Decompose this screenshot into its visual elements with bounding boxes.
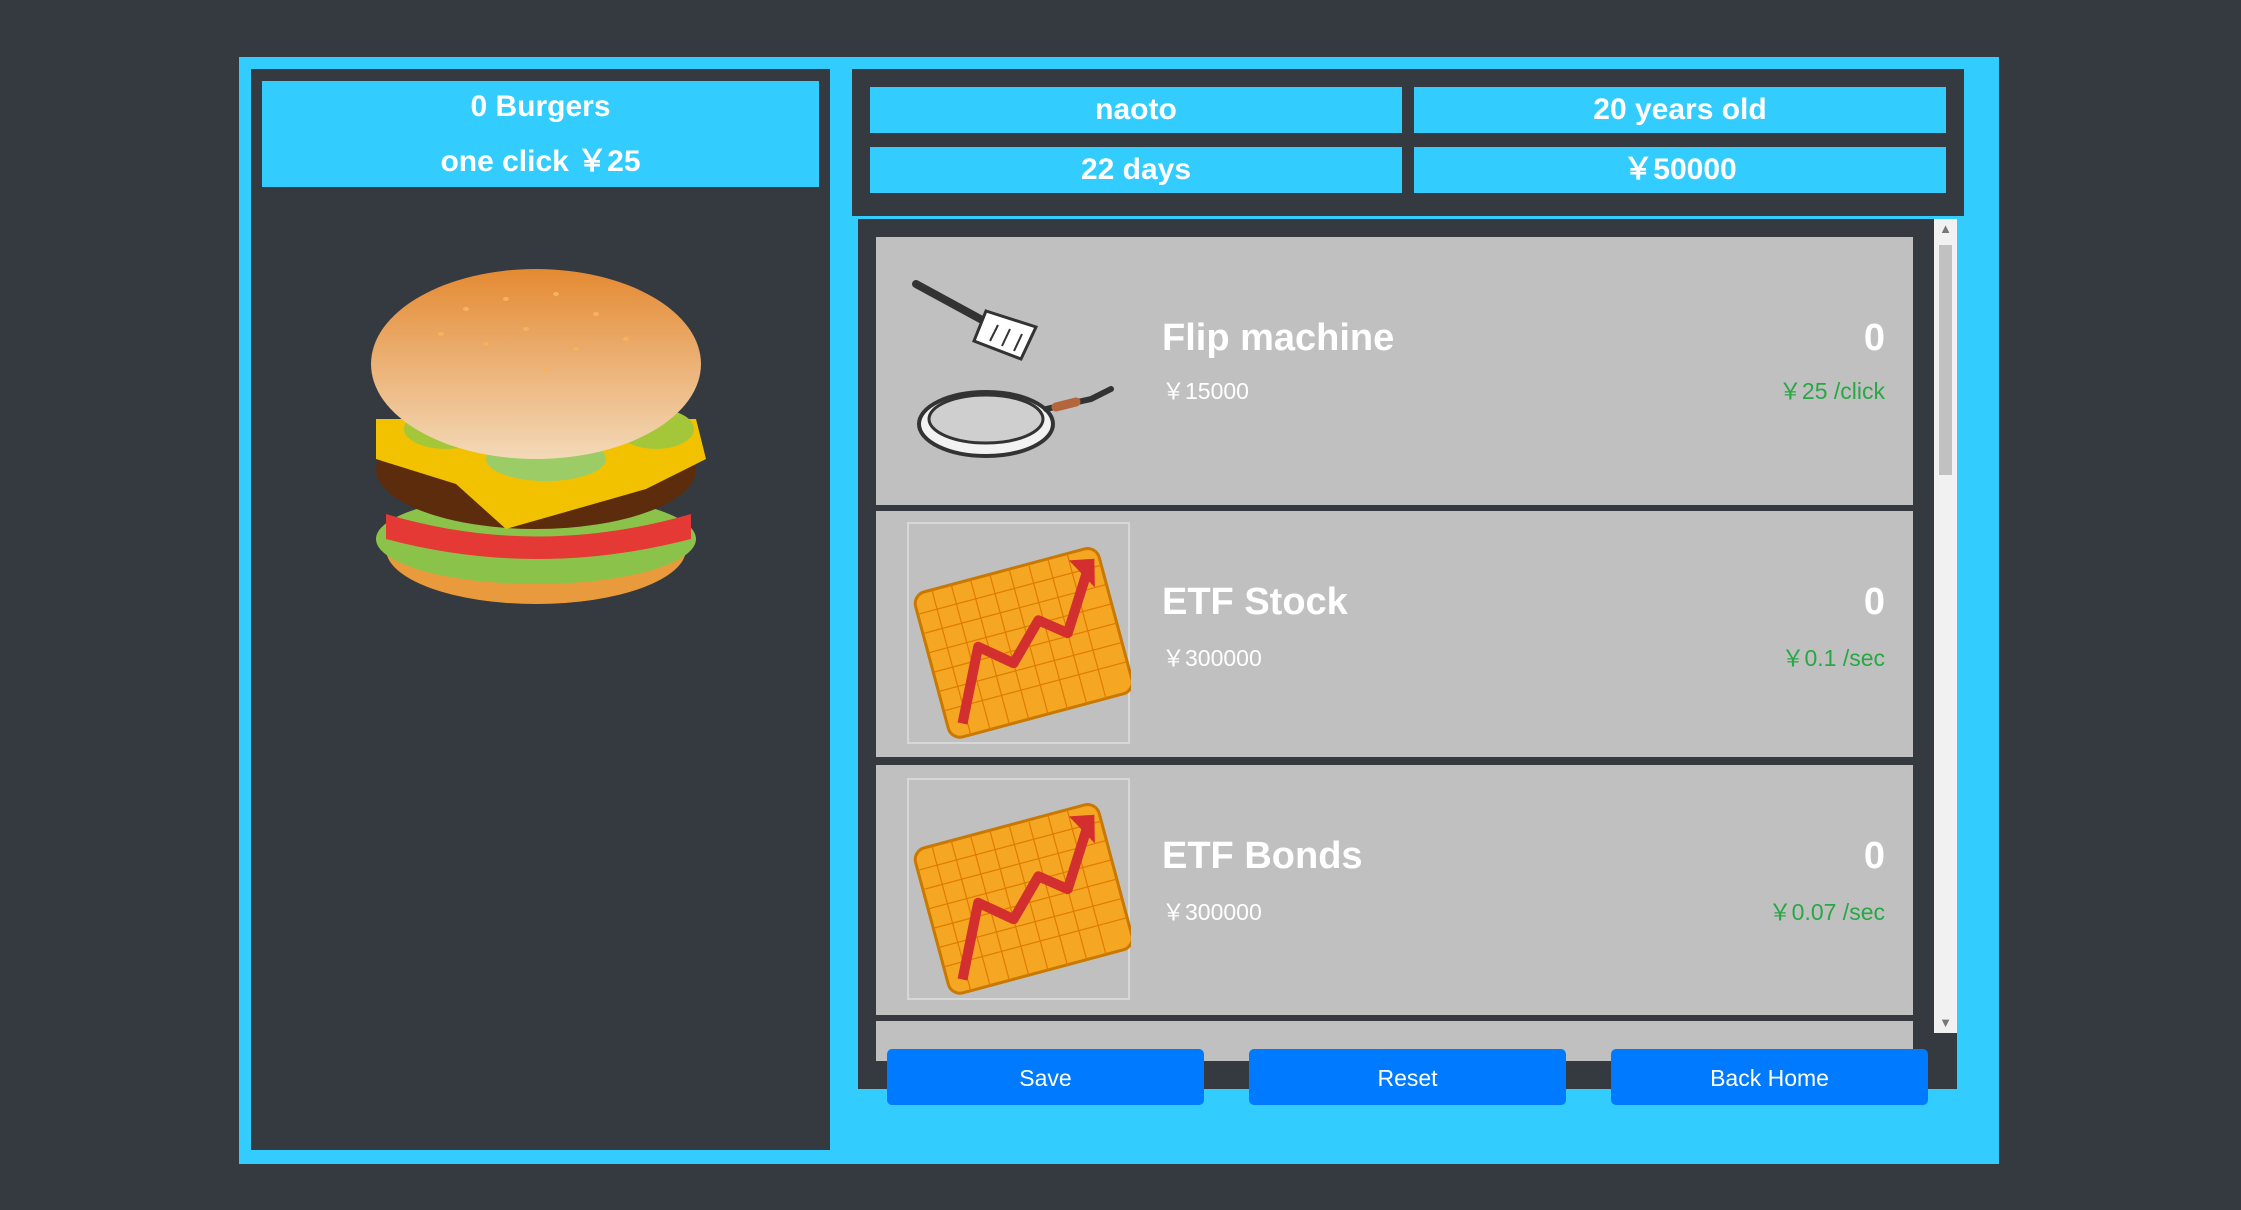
days-elapsed: 22 days	[870, 147, 1402, 193]
item-price: ￥15000	[1162, 378, 1249, 404]
user-name: naoto	[870, 87, 1402, 133]
item-list[interactable]: Flip machine ￥15000 0 ￥25 /click ETF Sto…	[858, 219, 1957, 1089]
user-age: 20 years old	[1414, 87, 1946, 133]
reset-button[interactable]: Reset	[1249, 1049, 1566, 1105]
item-name: Flip machine	[1162, 317, 1395, 359]
item-rate: ￥25 /click	[1778, 378, 1885, 404]
stock-chart-icon	[907, 778, 1131, 1000]
stock-chart-icon	[907, 522, 1131, 744]
item-card-etf-bonds[interactable]: ETF Bonds ￥300000 0 ￥0.07 /sec	[876, 765, 1913, 1015]
scroll-down-arrow-icon[interactable]: ▼	[1934, 1013, 1957, 1033]
item-list-scrollbar[interactable]: ▲ ▼	[1934, 219, 1957, 1033]
item-name: ETF Stock	[1162, 581, 1348, 623]
scroll-thumb[interactable]	[1939, 245, 1952, 475]
per-click-value: one click ￥25	[440, 145, 641, 178]
burger-panel: 0 Burgers one click ￥25	[251, 69, 830, 1150]
item-name: ETF Bonds	[1162, 835, 1363, 877]
burger-icon[interactable]	[346, 259, 726, 639]
item-price: ￥300000	[1162, 899, 1262, 925]
item-card-flip-machine[interactable]: Flip machine ￥15000 0 ￥25 /click	[876, 237, 1913, 505]
scroll-up-arrow-icon[interactable]: ▲	[1934, 219, 1957, 239]
item-owned-count: 0	[1863, 835, 1885, 877]
item-card-etf-stock[interactable]: ETF Stock ￥300000 0 ￥0.1 /sec	[876, 511, 1913, 757]
save-button[interactable]: Save	[887, 1049, 1204, 1105]
money-balance: ￥50000	[1414, 147, 1946, 193]
item-rate: ￥0.1 /sec	[1781, 645, 1885, 671]
burger-count: 0 Burgers	[470, 90, 611, 123]
burger-counter: 0 Burgers one click ￥25	[262, 81, 819, 187]
item-owned-count: 0	[1863, 317, 1885, 359]
item-price: ￥300000	[1162, 645, 1262, 671]
frying-pan-icon	[912, 280, 1114, 458]
back-home-button[interactable]: Back Home	[1611, 1049, 1928, 1105]
item-rate: ￥0.07 /sec	[1768, 899, 1885, 925]
app-frame: 0 Burgers one click ￥25 naoto 20 years o…	[239, 57, 1999, 1164]
profile-panel: naoto 20 years old 22 days ￥50000	[852, 69, 1964, 216]
item-owned-count: 0	[1863, 581, 1885, 623]
